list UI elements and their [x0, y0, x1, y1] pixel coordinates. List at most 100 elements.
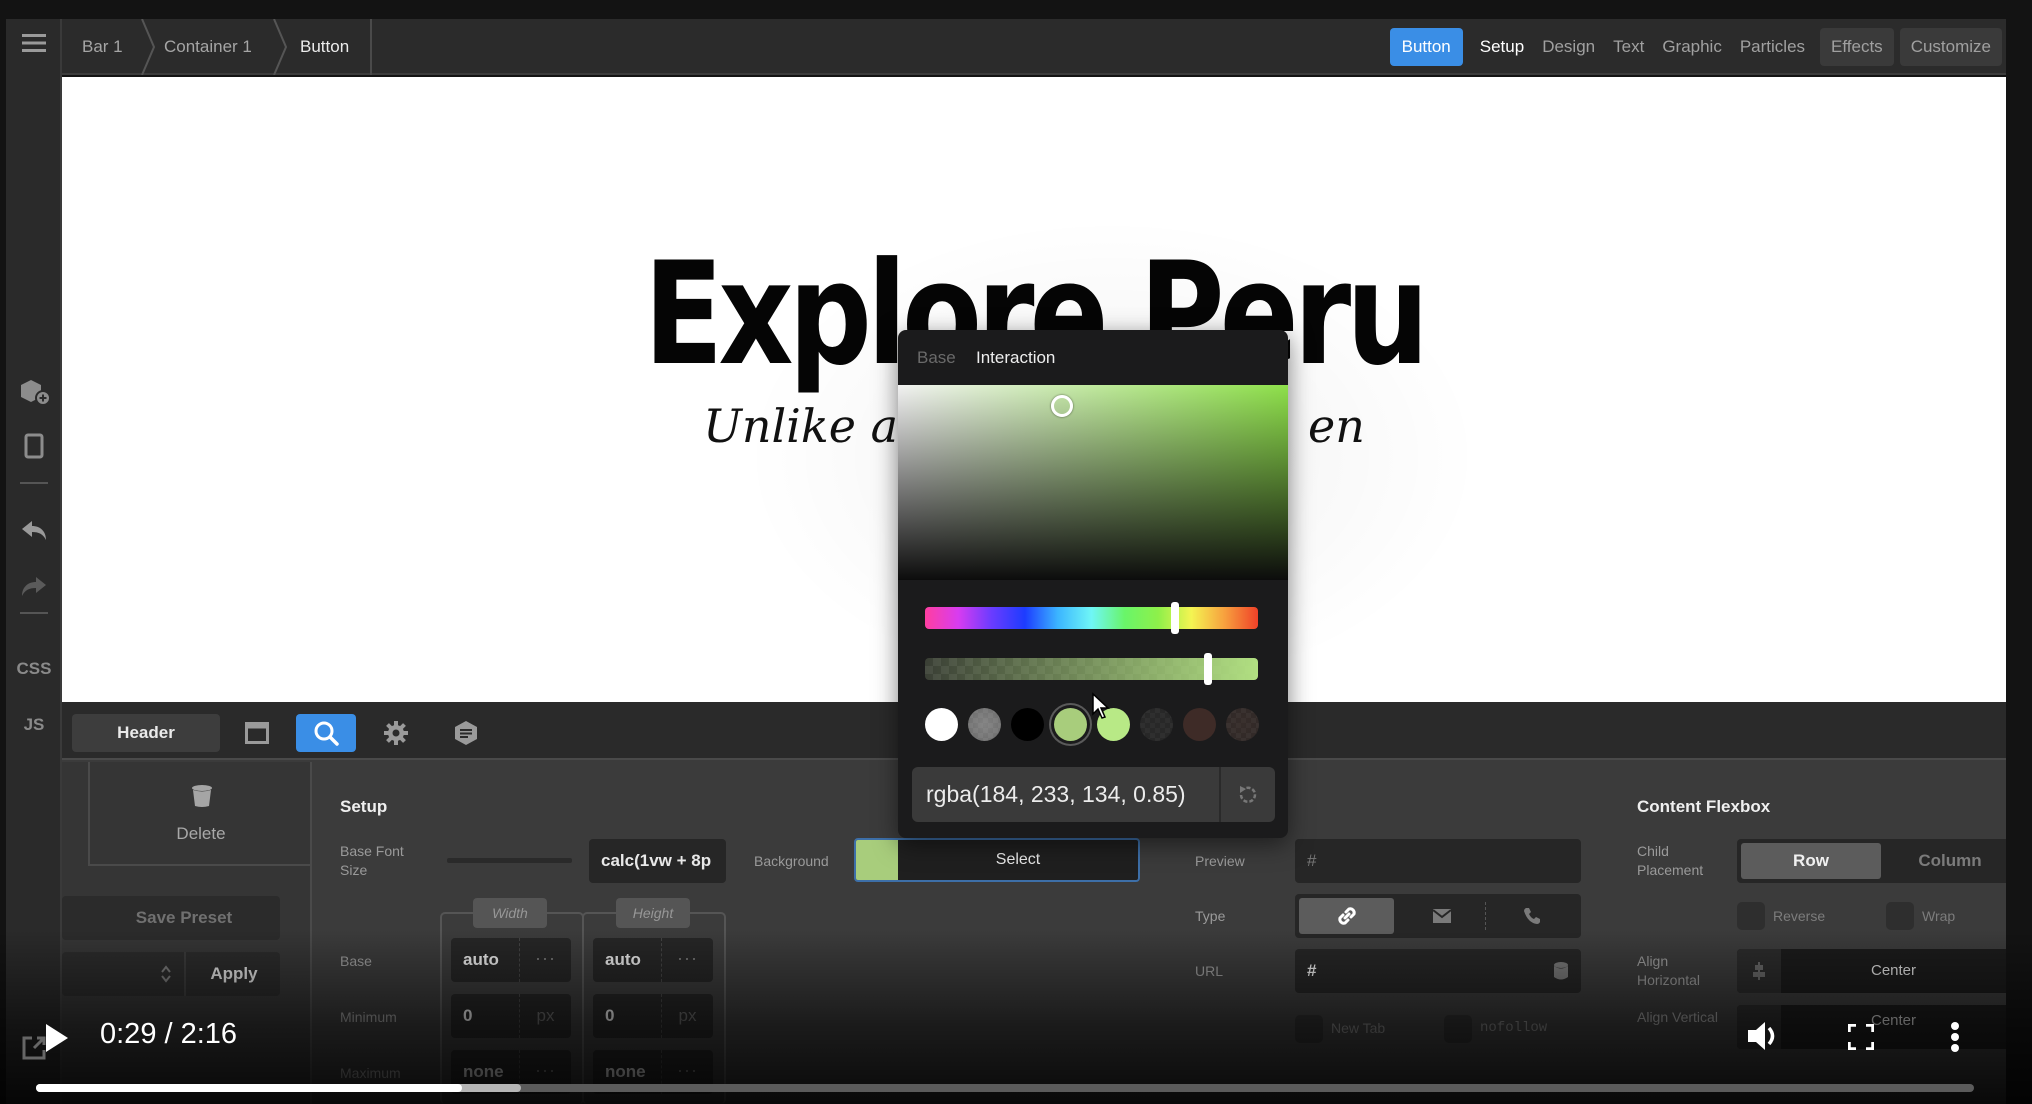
swatch-gray-transparent[interactable] — [968, 708, 1001, 741]
wrap-checkbox[interactable] — [1886, 902, 1914, 930]
saturation-value-area[interactable] — [898, 385, 1288, 580]
delete-label: Delete — [176, 824, 226, 843]
video-played — [36, 1084, 463, 1092]
width-tag: Width — [473, 898, 547, 928]
swatch-green-selected[interactable] — [1054, 708, 1087, 741]
type-option-link[interactable] — [1299, 898, 1394, 934]
align-center-icon — [1737, 949, 1781, 993]
fullscreen-icon[interactable] — [1848, 1024, 1874, 1050]
top-toolbar: Bar 1 Container 1 Button Button Setup De… — [62, 19, 2006, 75]
js-button[interactable]: JS — [6, 715, 62, 735]
more-options-icon[interactable]: ··· — [519, 938, 571, 982]
wrap-label: Wrap — [1922, 908, 1956, 924]
saturation-thumb[interactable] — [1051, 395, 1073, 417]
volume-icon[interactable] — [1748, 1020, 1782, 1052]
undo-icon[interactable] — [6, 519, 62, 548]
reset-color-button[interactable] — [1219, 767, 1275, 822]
alpha-slider-thumb[interactable] — [1204, 653, 1213, 685]
align-vertical-label: Align Vertical — [1637, 1009, 1718, 1025]
device-preview-icon[interactable] — [6, 433, 62, 464]
placement-row[interactable]: Row — [1741, 843, 1881, 879]
settings-button[interactable] — [366, 714, 426, 752]
nofollow-checkbox[interactable] — [1444, 1015, 1472, 1043]
notes-button[interactable] — [436, 714, 496, 752]
reverse-checkbox[interactable] — [1737, 902, 1765, 930]
css-button[interactable]: CSS — [6, 659, 62, 679]
layout-view-button[interactable] — [227, 714, 287, 752]
alpha-slider[interactable] — [925, 653, 1258, 685]
height-base-field[interactable]: auto ··· — [593, 938, 713, 982]
header-button[interactable]: Header — [72, 714, 220, 752]
child-placement-selector: Row Column — [1737, 839, 2006, 883]
hue-slider[interactable] — [925, 602, 1258, 634]
database-icon[interactable] — [1553, 961, 1569, 981]
updown-chevron-icon — [161, 965, 171, 983]
unit-label[interactable]: px — [661, 994, 713, 1038]
align-vertical-value: Center — [1870, 1012, 1917, 1029]
breadcrumb-current[interactable]: Button — [300, 19, 349, 75]
background-select-button[interactable]: Select — [898, 840, 1138, 880]
url-field[interactable]: # — [1295, 949, 1581, 993]
swatch-white[interactable] — [925, 708, 958, 741]
video-time: 0:29 / 2:16 — [100, 1018, 238, 1050]
swatch-brown-transparent[interactable] — [1226, 708, 1259, 741]
background-color-field[interactable]: Select — [854, 838, 1140, 882]
preset-select[interactable] — [62, 952, 186, 996]
height-min-value: 0 — [605, 1006, 615, 1025]
new-tab-checkbox[interactable] — [1295, 1015, 1323, 1043]
height-min-field[interactable]: 0 px — [593, 994, 713, 1038]
width-min-value: 0 — [463, 1006, 473, 1025]
color-value-text: rgba(184, 233, 134, 0.85) — [926, 781, 1186, 807]
redo-icon[interactable] — [6, 575, 62, 604]
tab-graphic[interactable]: Graphic — [1653, 28, 1731, 66]
play-icon[interactable] — [46, 1024, 68, 1052]
unit-label[interactable]: px — [519, 994, 571, 1038]
save-preset-button[interactable]: Save Preset — [62, 896, 280, 940]
type-option-email[interactable] — [1399, 898, 1485, 934]
base-font-size-slider[interactable] — [447, 858, 572, 863]
trash-icon — [192, 785, 212, 807]
search-button[interactable] — [296, 714, 356, 752]
align-horizontal-value: Center — [1870, 962, 1917, 979]
tab-effects[interactable]: Effects — [1820, 28, 1894, 66]
element-badge-button[interactable]: Button — [1389, 28, 1463, 66]
apply-button[interactable]: Apply — [188, 952, 280, 996]
tab-customize[interactable]: Customize — [1899, 28, 2002, 66]
preview-field[interactable]: # — [1295, 839, 1581, 883]
more-options-icon[interactable]: ··· — [661, 938, 713, 982]
window-edge — [2006, 0, 2032, 1104]
placement-column[interactable]: Column — [1885, 843, 2015, 879]
color-picker-popover: Base Interaction rgba(184, 233, 134, 0.8… — [898, 330, 1288, 838]
child-placement-label: Child Placement — [1637, 843, 1704, 878]
delete-button[interactable]: Delete — [88, 762, 312, 866]
picker-tab-base[interactable]: Base — [917, 348, 956, 368]
tab-setup[interactable]: Setup — [1471, 28, 1533, 66]
breadcrumb-item[interactable]: Container 1 — [164, 19, 252, 75]
type-option-phone[interactable] — [1487, 898, 1577, 934]
align-horizontal-select[interactable]: Center — [1737, 949, 2006, 993]
content-flexbox-title: Content Flexbox — [1637, 797, 1771, 816]
video-progress-bar[interactable] — [36, 1084, 1974, 1092]
more-vertical-icon[interactable] — [1950, 1022, 1960, 1052]
base-font-size-field[interactable]: calc(1vw + 8p — [589, 839, 726, 883]
menu-icon[interactable] — [6, 33, 62, 58]
link-type-selector — [1295, 894, 1581, 938]
picker-tab-interaction[interactable]: Interaction — [976, 348, 1055, 368]
background-color-swatch[interactable] — [856, 840, 898, 880]
open-external-icon[interactable] — [20, 1034, 48, 1062]
breadcrumb-end-divider — [370, 19, 372, 75]
tab-particles[interactable]: Particles — [1731, 28, 1814, 66]
breadcrumb-item[interactable]: Bar 1 — [82, 19, 123, 75]
width-base-field[interactable]: auto ··· — [451, 938, 571, 982]
element-actions-column: Delete Save Preset Apply — [62, 762, 312, 1104]
background-label: Background — [754, 853, 829, 869]
hue-slider-thumb[interactable] — [1170, 602, 1179, 634]
add-block-icon[interactable] — [6, 377, 62, 412]
width-min-field[interactable]: 0 px — [451, 994, 571, 1038]
tab-design[interactable]: Design — [1533, 28, 1604, 66]
swatch-black[interactable] — [1011, 708, 1044, 741]
color-value-field[interactable]: rgba(184, 233, 134, 0.85) — [912, 767, 1275, 822]
tab-text[interactable]: Text — [1604, 28, 1653, 66]
swatch-transparent-dark[interactable] — [1140, 708, 1173, 741]
swatch-brown[interactable] — [1183, 708, 1216, 741]
